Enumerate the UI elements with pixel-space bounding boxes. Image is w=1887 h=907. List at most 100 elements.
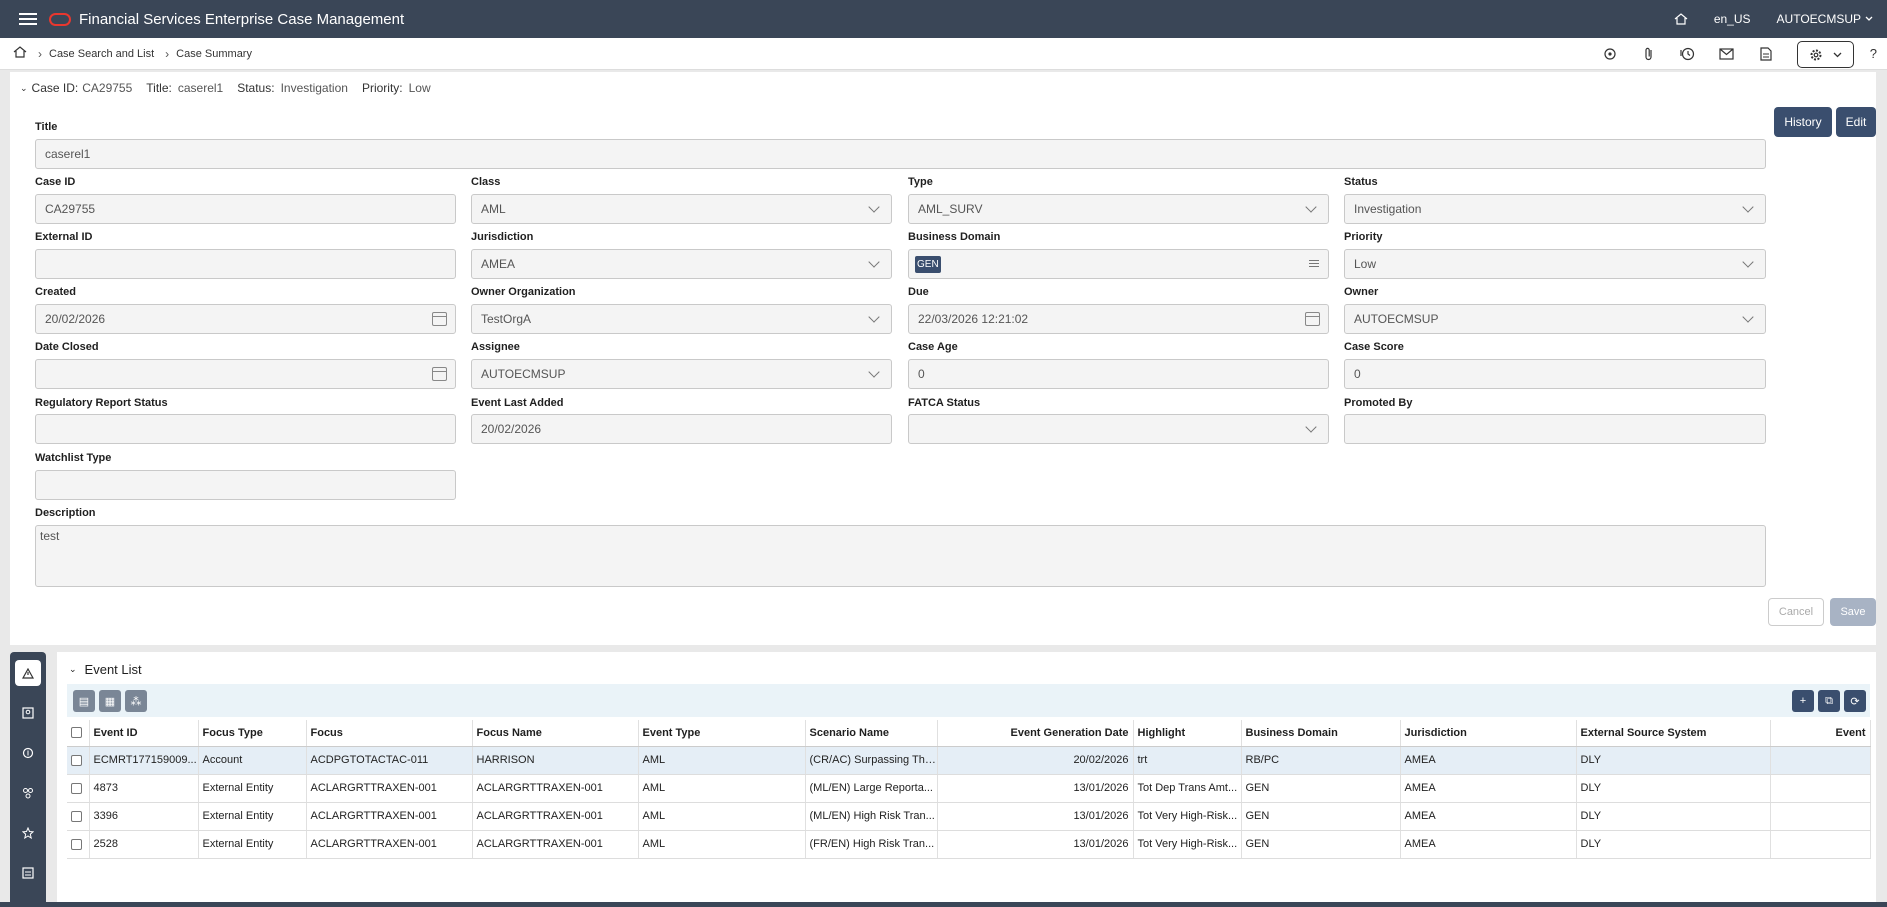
- chevron-down-icon: [868, 366, 880, 378]
- col-header[interactable]: Event: [1770, 720, 1871, 747]
- owner-select[interactable]: AUTOECMSUP: [1344, 304, 1766, 334]
- events-alert-icon[interactable]: [15, 660, 41, 686]
- priority-select[interactable]: Low: [1344, 249, 1766, 279]
- attachment-icon[interactable]: [1641, 47, 1656, 62]
- row-checkbox[interactable]: [67, 774, 90, 803]
- table-row[interactable]: ECMRT177159009... Account ACDPGTOTACTAC-01…: [67, 746, 1871, 775]
- business-domain-field-label: Business Domain: [908, 231, 1001, 243]
- case-score-field[interactable]: 0: [1344, 359, 1766, 389]
- due-date-field[interactable]: 22/03/2026 12:21:02: [908, 304, 1329, 334]
- watchlist-type-field[interactable]: [35, 470, 456, 500]
- event-list-header[interactable]: ⌄ Event List: [69, 662, 142, 677]
- class-select[interactable]: AML: [471, 194, 892, 224]
- col-header[interactable]: Business Domain: [1241, 720, 1401, 747]
- description-value: test: [40, 529, 60, 543]
- col-header[interactable]: Focus Type: [198, 720, 307, 747]
- refresh-event-icon[interactable]: ⟳: [1844, 690, 1866, 712]
- collapse-chevron-icon[interactable]: ⌄: [20, 83, 28, 94]
- calendar-clock-icon[interactable]: [1305, 312, 1320, 326]
- report-icon[interactable]: [15, 860, 41, 886]
- col-header[interactable]: Event ID: [89, 720, 199, 747]
- table-cell: AML: [638, 746, 806, 775]
- table-cell: 4873: [89, 774, 199, 803]
- contact-card-icon[interactable]: [15, 700, 41, 726]
- locale-selector[interactable]: en_US: [1714, 12, 1751, 26]
- list-icon[interactable]: [1309, 260, 1319, 269]
- promoted-by-field[interactable]: [1344, 414, 1766, 444]
- event-list-panel: ⌄ Event List ▤ ▦ ⁂ + ⧉ ⟳ Event ID Focus …: [57, 652, 1876, 907]
- table-row[interactable]: 4873 External Entity ACLARGRTTRAXEN-001 ACL…: [67, 774, 1871, 803]
- add-event-icon[interactable]: +: [1792, 690, 1814, 712]
- owner-org-field-label: Owner Organization: [471, 286, 576, 298]
- history-icon[interactable]: [1680, 47, 1695, 62]
- row-checkbox[interactable]: [67, 802, 90, 831]
- case-id-field[interactable]: CA29755: [35, 194, 456, 224]
- app-header: Financial Services Enterprise Case Manag…: [0, 0, 1887, 38]
- business-domain-field[interactable]: GEN: [908, 249, 1329, 279]
- document-icon[interactable]: [1758, 47, 1773, 62]
- table-cell: (ML/EN) High Risk Tran...: [805, 802, 938, 831]
- status-select[interactable]: Investigation: [1344, 194, 1766, 224]
- table-cell: GEN: [1241, 774, 1401, 803]
- email-icon[interactable]: [1719, 47, 1734, 62]
- row-checkbox[interactable]: [67, 746, 90, 775]
- user-menu[interactable]: AUTOECMSUP: [1777, 12, 1873, 26]
- row-checkbox[interactable]: [67, 830, 90, 859]
- breadcrumb-case-search[interactable]: Case Search and List: [49, 48, 154, 60]
- col-header[interactable]: Focus: [306, 720, 473, 747]
- owner-org-select[interactable]: TestOrgA: [471, 304, 892, 334]
- chevron-down-icon: [1742, 256, 1754, 268]
- col-header[interactable]: External Source System: [1576, 720, 1771, 747]
- title-field[interactable]: caserel1: [35, 139, 1766, 169]
- edit-button[interactable]: Edit: [1836, 107, 1876, 137]
- network-graph-icon[interactable]: ⁂: [125, 690, 147, 712]
- type-field-label: Type: [908, 176, 933, 188]
- event-last-added-field[interactable]: 20/02/2026: [471, 414, 892, 444]
- col-header[interactable]: Scenario Name: [805, 720, 938, 747]
- type-select[interactable]: AML_SURV: [908, 194, 1329, 224]
- select-all-checkbox[interactable]: [67, 720, 90, 747]
- network-icon[interactable]: [1602, 47, 1617, 62]
- save-button[interactable]: Save: [1830, 598, 1876, 626]
- cancel-button[interactable]: Cancel: [1768, 598, 1824, 626]
- breadcrumb-home-icon[interactable]: [13, 46, 27, 61]
- col-header[interactable]: Event Generation Date: [937, 720, 1134, 747]
- case-score-value: 0: [1354, 367, 1361, 381]
- refresh-money-icon[interactable]: [15, 740, 41, 766]
- settings-menu[interactable]: [1797, 41, 1854, 68]
- description-textarea[interactable]: test: [35, 525, 1766, 587]
- jurisdiction-select[interactable]: AMEA: [471, 249, 892, 279]
- star-icon[interactable]: [15, 820, 41, 846]
- col-header[interactable]: Jurisdiction: [1400, 720, 1577, 747]
- reg-report-status-field[interactable]: [35, 414, 456, 444]
- chevron-down-icon: [1305, 201, 1317, 213]
- chevron-right-icon: ›: [165, 46, 170, 61]
- link-event-icon[interactable]: ⧉: [1818, 690, 1840, 712]
- assignee-select[interactable]: AUTOECMSUP: [471, 359, 892, 389]
- table-view-icon[interactable]: ▦: [99, 690, 121, 712]
- history-button[interactable]: History: [1774, 107, 1832, 137]
- fatca-status-field-label: FATCA Status: [908, 397, 981, 409]
- help-icon[interactable]: ?: [1870, 46, 1877, 61]
- relationships-icon[interactable]: [15, 780, 41, 806]
- view-details-icon[interactable]: ▤: [73, 690, 95, 712]
- col-header[interactable]: Focus Name: [472, 720, 639, 747]
- business-domain-chip[interactable]: GEN: [915, 255, 941, 273]
- case-summary-panel: ⌄ Case ID: CA29755 Title: caserel1 Statu…: [10, 72, 1876, 645]
- date-closed-field[interactable]: [35, 359, 456, 389]
- external-id-field[interactable]: [35, 249, 456, 279]
- table-cell: (FR/EN) High Risk Tran...: [805, 830, 938, 859]
- table-row[interactable]: 3396 External Entity ACLARGRTTRAXEN-001 ACL…: [67, 802, 1871, 831]
- calendar-icon[interactable]: [432, 312, 447, 326]
- created-date-field[interactable]: 20/02/2026: [35, 304, 456, 334]
- home-icon[interactable]: [1674, 13, 1688, 25]
- case-age-field[interactable]: 0: [908, 359, 1329, 389]
- hamburger-menu-icon[interactable]: [19, 10, 37, 28]
- table-cell: External Entity: [198, 774, 307, 803]
- table-row[interactable]: 2528 External Entity ACLARGRTTRAXEN-001 ACL…: [67, 830, 1871, 859]
- col-header[interactable]: Highlight: [1133, 720, 1242, 747]
- calendar-icon[interactable]: [432, 367, 447, 381]
- fatca-status-select[interactable]: [908, 414, 1329, 444]
- collapse-chevron-icon[interactable]: ⌄: [69, 664, 77, 675]
- col-header[interactable]: Event Type: [638, 720, 806, 747]
